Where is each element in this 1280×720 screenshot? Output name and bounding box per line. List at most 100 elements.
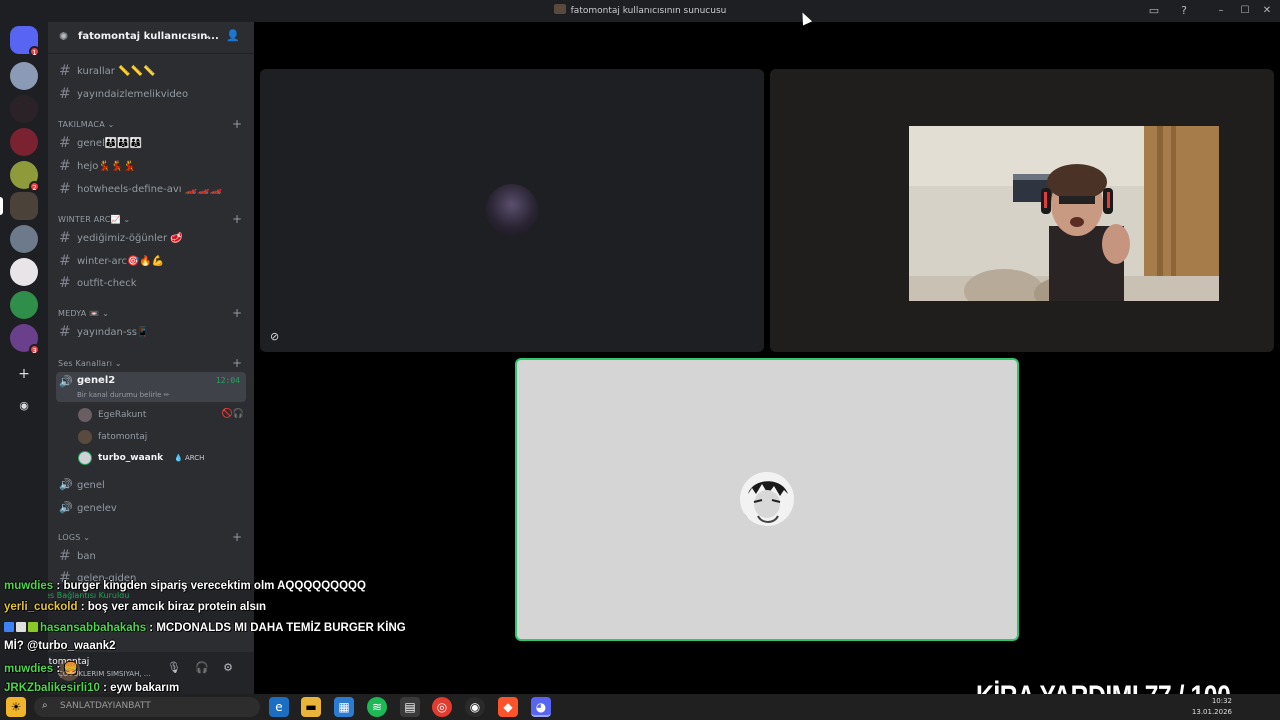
speaker-icon: 🔊 bbox=[59, 375, 73, 388]
speaker-icon: 🔊 bbox=[59, 478, 73, 491]
video-tile-fatomontaj[interactable] bbox=[770, 69, 1274, 352]
video-tile-egerakunt[interactable]: ⊘ bbox=[260, 69, 764, 352]
channel-status[interactable]: Bir kanal durumu belirle ✏ bbox=[77, 391, 170, 399]
category-takilmaca[interactable]: TAKILMACA ⌄ bbox=[58, 120, 115, 129]
chevron-down-icon: ⌄ bbox=[203, 30, 212, 41]
channel-hejo[interactable]: # hejo💃💃💃 bbox=[56, 156, 246, 177]
channel-outfit-check[interactable]: # outfit-check bbox=[56, 273, 246, 294]
voice-channel-genel[interactable]: 🔊 genel bbox=[56, 475, 246, 496]
chat-message: yerli_cuckold : boş ver amcık biraz prot… bbox=[4, 601, 267, 613]
voice-channel-genelev[interactable]: 🔊 genelev bbox=[56, 498, 246, 519]
help-icon[interactable]: ? bbox=[1176, 3, 1192, 19]
vip-badge-icon bbox=[28, 622, 38, 632]
file-explorer-icon[interactable]: ▬ bbox=[301, 697, 321, 717]
hash-icon: # bbox=[59, 86, 71, 102]
home-unread-badge: 1 bbox=[29, 46, 40, 57]
add-channel-icon[interactable]: + bbox=[232, 212, 242, 226]
channel-yedigimiz-ogunler[interactable]: # yediğimiz-öğünler 🥩 bbox=[56, 228, 246, 249]
add-channel-icon[interactable]: + bbox=[232, 306, 242, 320]
channel-yayindan-ss[interactable]: # yayından-ss📱 bbox=[56, 322, 246, 343]
server-icon-6[interactable] bbox=[10, 225, 38, 253]
server-icon-1[interactable] bbox=[10, 62, 38, 90]
close-button[interactable]: ✕ bbox=[1258, 3, 1276, 19]
add-channel-icon[interactable]: + bbox=[232, 117, 242, 131]
add-channel-icon[interactable]: + bbox=[232, 356, 242, 370]
avatar bbox=[486, 184, 538, 236]
hash-icon: # bbox=[59, 253, 71, 269]
invite-people-icon[interactable]: 👤 bbox=[226, 29, 240, 42]
discord-taskbar-icon[interactable]: ◕ bbox=[531, 697, 551, 717]
server-avatar-icon bbox=[553, 4, 566, 14]
server-icon-8[interactable] bbox=[10, 291, 38, 319]
maximize-button[interactable]: ☐ bbox=[1236, 3, 1254, 19]
hash-icon: # bbox=[59, 135, 71, 151]
server-icon-4[interactable]: 2 bbox=[10, 161, 40, 192]
channel-ban[interactable]: # ban bbox=[56, 546, 246, 567]
avatar bbox=[78, 430, 92, 444]
add-server-icon[interactable]: + bbox=[11, 361, 37, 387]
video-tile-turbo-waank-speaking[interactable] bbox=[515, 358, 1019, 641]
server-boost-icon: ✺ bbox=[59, 30, 69, 43]
server-icon-active[interactable] bbox=[10, 192, 38, 220]
minimize-button[interactable]: – bbox=[1212, 3, 1230, 19]
server-rail: 1 2 3 + ◉ bbox=[0, 22, 48, 694]
avatar-image bbox=[740, 472, 794, 526]
discover-icon[interactable]: ◉ bbox=[11, 393, 37, 419]
category-logs[interactable]: LOGS ⌄ bbox=[58, 533, 90, 542]
hash-icon: # bbox=[59, 548, 71, 564]
chat-message: JRKZbalikesirli10 : eyw bakarım bbox=[4, 682, 180, 694]
hash-icon: # bbox=[59, 275, 71, 291]
headphones-icon[interactable]: 🎧 bbox=[194, 661, 210, 677]
discord-home-icon[interactable]: 1 bbox=[10, 26, 40, 57]
server-icon-9[interactable]: 3 bbox=[10, 324, 40, 355]
gift-badge-icon bbox=[16, 622, 26, 632]
server-name: fatomontaj kullanıcısın... bbox=[78, 31, 219, 42]
system-clock[interactable]: 10:32 13.01.2026 bbox=[1192, 696, 1232, 718]
avatar bbox=[740, 472, 794, 526]
obs-icon[interactable]: ◉ bbox=[465, 697, 485, 717]
category-medya[interactable]: MEDYA 📼 ⌄ bbox=[58, 309, 109, 318]
chat-message: hasansabbahakahs : MCDONALDS MI DAHA TEM… bbox=[4, 622, 406, 634]
voice-member[interactable]: fatomontaj bbox=[78, 427, 248, 447]
voice-member[interactable]: turbo_waank 💧 ARCH bbox=[78, 448, 248, 468]
edge-browser-icon[interactable]: e bbox=[269, 697, 289, 717]
server-header[interactable]: ✺ fatomontaj kullanıcısın... ⌄ 👤 bbox=[48, 22, 254, 54]
sub-badge-icon bbox=[4, 622, 14, 632]
settings-gear-icon[interactable]: ⚙ bbox=[220, 661, 236, 677]
category-ses-kanallari[interactable]: Ses Kanalları ⌄ bbox=[58, 359, 122, 368]
chrome-icon[interactable]: ◎ bbox=[432, 697, 452, 717]
webcam-image bbox=[909, 126, 1219, 301]
channel-genel[interactable]: # genel👨‍👩‍👦👨‍👩‍👦👨‍👩‍👦 bbox=[56, 133, 246, 154]
avatar bbox=[78, 451, 92, 465]
voice-connected-label: Ses Bağlantısı Kuruldu bbox=[48, 591, 130, 600]
channel-winter-arc[interactable]: # winter-arc🎯🔥💪 bbox=[56, 251, 246, 272]
store-icon[interactable]: ▦ bbox=[334, 697, 354, 717]
server-icon-3[interactable] bbox=[10, 128, 38, 156]
calculator-icon[interactable]: ▤ bbox=[400, 697, 420, 717]
voice-timer: 12:04 bbox=[215, 376, 240, 385]
channel-kurallar[interactable]: # kurallar 📏📏📏 bbox=[56, 61, 246, 82]
weather-widget-icon[interactable]: ☀ bbox=[6, 697, 26, 717]
server-icon-7[interactable] bbox=[10, 258, 38, 286]
server-icon-2[interactable] bbox=[10, 95, 38, 123]
member-tag: 💧 ARCH bbox=[174, 454, 205, 462]
channel-hotwheels[interactable]: # hotwheels-define-avı 🏎️🏎️🏎️ bbox=[56, 179, 246, 200]
title-bar: fatomontaj kullanıcısının sunucusu ▭ ? –… bbox=[0, 0, 1280, 22]
microphone-icon[interactable]: 🎙 bbox=[166, 661, 182, 677]
channel-yayindaizlemelikvideo[interactable]: # yayındaizlemelikvideo bbox=[56, 84, 246, 105]
chat-message: muwdies : burger kingden sipariş verecek… bbox=[4, 580, 366, 592]
taskbar-search[interactable]: ⌕ SANLATDAYIANBATT bbox=[34, 697, 260, 717]
spotify-icon[interactable]: ≋ bbox=[367, 697, 387, 717]
hash-icon: # bbox=[59, 63, 71, 79]
muted-icon: ⊘ bbox=[270, 330, 280, 343]
add-channel-icon[interactable]: + bbox=[232, 530, 242, 544]
category-winter-arc[interactable]: WINTER ARC📈 ⌄ bbox=[58, 215, 130, 224]
brave-icon[interactable]: ◆ bbox=[498, 697, 518, 717]
search-icon: ⌕ bbox=[42, 700, 48, 711]
inbox-icon[interactable]: ▭ bbox=[1146, 3, 1162, 19]
voice-channel-genel2[interactable]: 🔊 genel2 12:04 Bir kanal durumu belirle … bbox=[56, 372, 246, 402]
window-title: fatomontaj kullanıcısının sunucusu bbox=[0, 4, 1280, 16]
hash-icon: # bbox=[59, 158, 71, 174]
hash-icon: # bbox=[59, 181, 71, 197]
voice-member[interactable]: EgeRakunt 🚫🎧 bbox=[78, 405, 248, 425]
